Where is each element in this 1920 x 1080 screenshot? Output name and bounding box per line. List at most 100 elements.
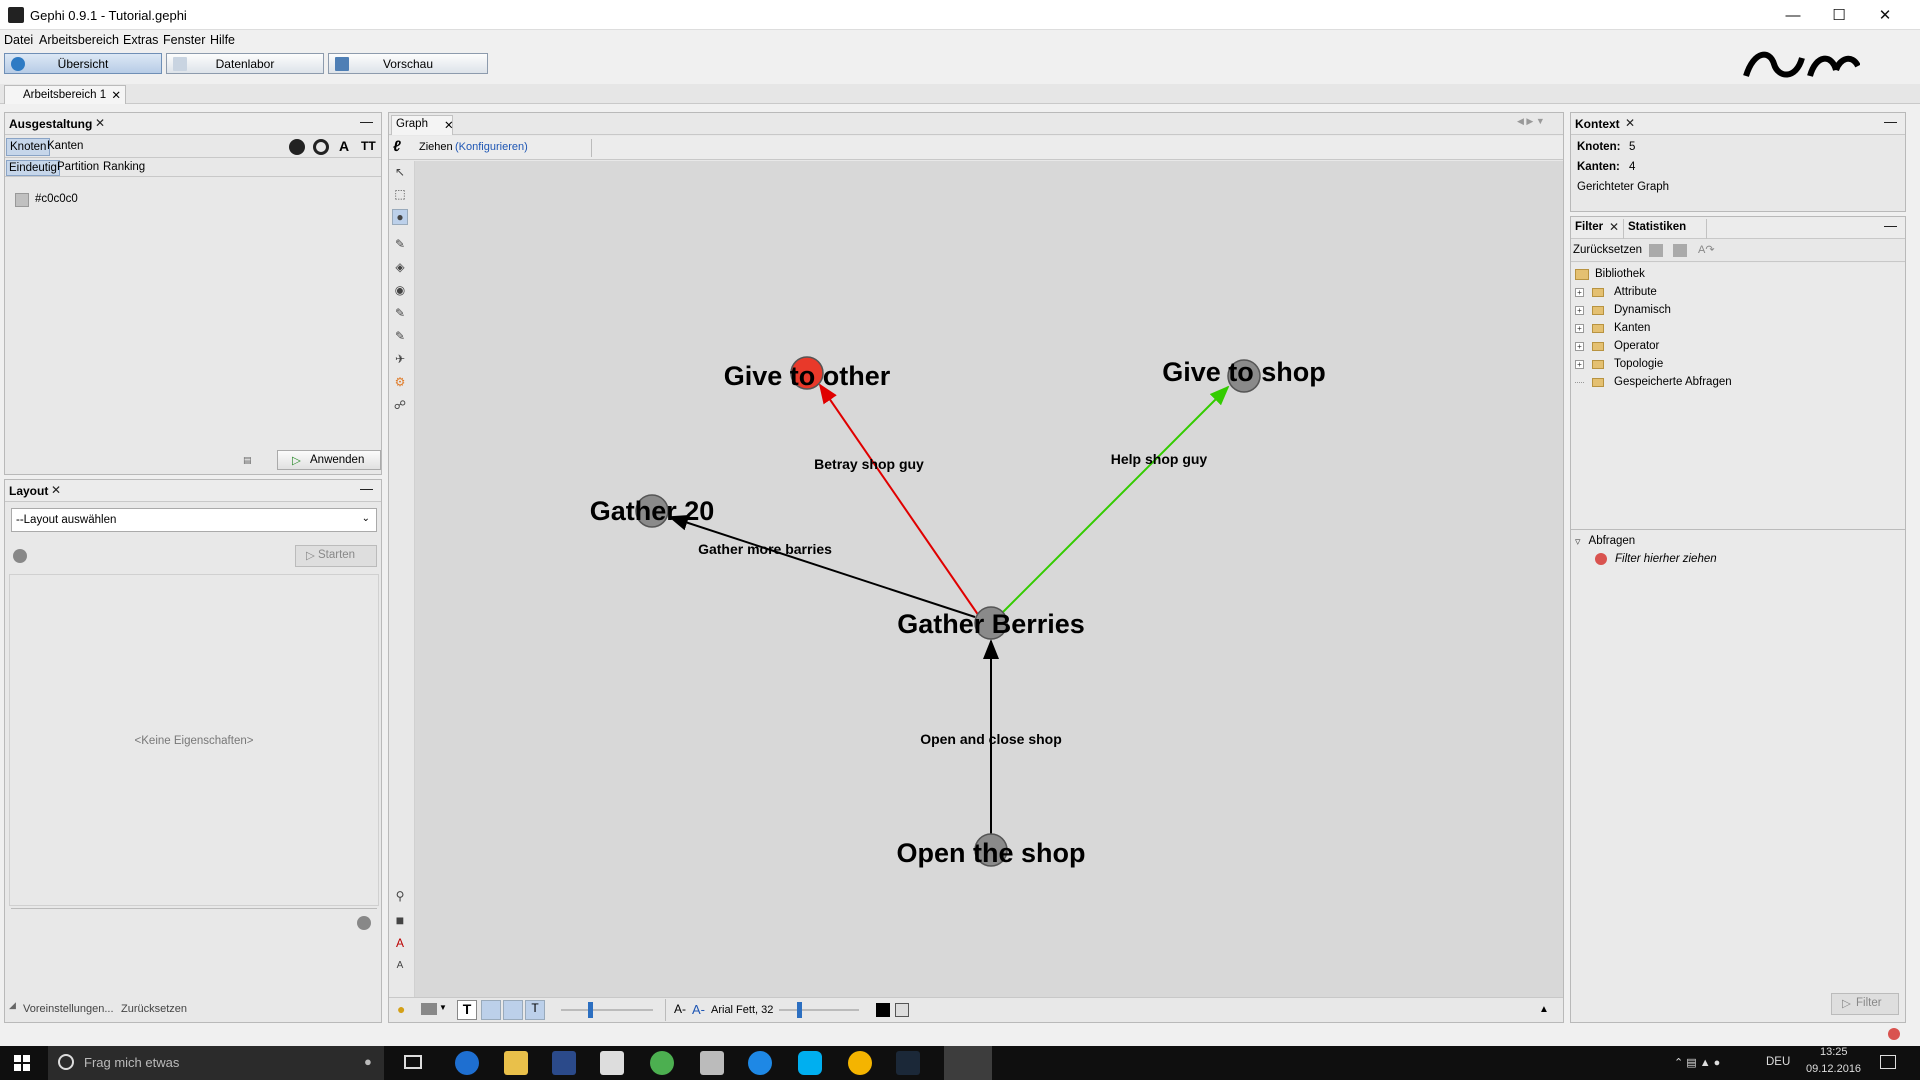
chrome-icon[interactable]: [848, 1051, 872, 1075]
close-icon[interactable]: ✕: [51, 483, 61, 497]
painter-icon[interactable]: ◉: [392, 282, 408, 298]
minimize-button[interactable]: —: [1770, 0, 1816, 30]
tab-edges[interactable]: Kanten: [47, 140, 83, 152]
filter-reset-button[interactable]: Zurücksetzen: [1573, 244, 1642, 256]
edge-betray-shop-guy[interactable]: [818, 383, 982, 620]
tab-nav-icon[interactable]: ◀ ▶ ▼: [1517, 116, 1545, 127]
tab-nodes[interactable]: Knoten: [6, 138, 51, 156]
close-icon[interactable]: ✕: [95, 116, 105, 130]
chrome-icon[interactable]: [650, 1051, 674, 1075]
edge-help-shop-guy[interactable]: [999, 385, 1230, 616]
background-color-icon[interactable]: ■: [392, 912, 408, 928]
drag-hand-icon[interactable]: ●: [392, 209, 408, 225]
preview-mode-button[interactable]: Vorschau: [328, 53, 488, 74]
lock-icon[interactable]: ▲: [1539, 1004, 1549, 1015]
app-icon[interactable]: [552, 1051, 576, 1075]
text-size-icon[interactable]: T: [525, 1000, 545, 1020]
filter-button[interactable]: ▷ Filter: [1831, 993, 1899, 1015]
tree-item-kanten[interactable]: + Kanten: [1575, 319, 1650, 337]
language-indicator[interactable]: DEU: [1766, 1056, 1790, 1068]
close-icon[interactable]: ✕: [1609, 220, 1619, 234]
subtab-unique[interactable]: Eindeutig: [6, 160, 60, 176]
font-slider-thumb[interactable]: [797, 1002, 802, 1018]
datalab-mode-button[interactable]: Datenlabor: [166, 53, 324, 74]
presets-link[interactable]: Voreinstellungen...: [23, 1003, 114, 1015]
size-slider-thumb[interactable]: [588, 1002, 593, 1018]
color-swatch[interactable]: [15, 193, 29, 207]
expand-icon[interactable]: +: [1575, 341, 1584, 351]
font-increase-icon[interactable]: A-: [692, 1002, 705, 1017]
layout-select[interactable]: --Layout auswählen ⌄: [11, 508, 377, 532]
clock-time[interactable]: 13:25: [1820, 1046, 1848, 1058]
export-icon[interactable]: [1673, 244, 1687, 257]
tab-statistics[interactable]: Statistiken: [1623, 219, 1707, 239]
windows-start-icon[interactable]: [14, 1055, 30, 1071]
clock-date[interactable]: 09.12.2016: [1806, 1063, 1861, 1075]
file-explorer-icon[interactable]: [504, 1051, 528, 1075]
save-icon[interactable]: [1649, 244, 1663, 257]
edge-browser-icon[interactable]: [455, 1051, 479, 1075]
expand-icon[interactable]: +: [1575, 359, 1584, 369]
edge-label-icon[interactable]: [503, 1000, 523, 1020]
size-icon[interactable]: [313, 139, 329, 155]
label-color-icon[interactable]: A: [339, 138, 349, 154]
menu-datei[interactable]: Datei: [4, 33, 33, 47]
close-icon[interactable]: ✕: [1625, 116, 1635, 130]
close-icon[interactable]: ✕: [111, 88, 121, 102]
edge-gather-more-barries[interactable]: [668, 515, 976, 618]
tree-item-dynamisch[interactable]: + Dynamisch: [1575, 301, 1671, 319]
tree-item-topologie[interactable]: + Topologie: [1575, 355, 1663, 373]
tree-item-saved-queries[interactable]: Gespeicherte Abfragen: [1575, 373, 1732, 391]
brush-icon[interactable]: ✎: [392, 236, 408, 252]
subtab-ranking[interactable]: Ranking: [103, 161, 145, 173]
skype-icon[interactable]: [798, 1051, 822, 1075]
configure-link[interactable]: (Konfigurieren): [455, 141, 528, 153]
auto-refresh-icon[interactable]: A↷: [1698, 243, 1715, 256]
menu-extras[interactable]: Extras: [123, 33, 158, 47]
zoom-center-icon[interactable]: ⚲: [392, 888, 408, 904]
edit-icon[interactable]: ☍: [392, 397, 408, 413]
store-icon[interactable]: [600, 1051, 624, 1075]
workspace-tab[interactable]: Arbeitsbereich 1 ✕: [4, 85, 126, 104]
minimize-icon[interactable]: —: [360, 481, 373, 496]
close-icon[interactable]: ✕: [444, 118, 454, 132]
apply-button[interactable]: ▷ Anwenden: [277, 450, 381, 470]
menu-hilfe[interactable]: Hilfe: [210, 33, 235, 47]
pencil-icon[interactable]: ✎: [392, 305, 408, 321]
microphone-icon[interactable]: ●: [364, 1054, 372, 1069]
options-icon[interactable]: ▤: [243, 455, 252, 466]
size-brush-icon[interactable]: ◈: [392, 259, 408, 275]
graph-tab[interactable]: Graph ✕: [391, 115, 454, 135]
overview-mode-button[interactable]: Übersicht: [4, 53, 162, 74]
font-decrease-icon[interactable]: A-: [674, 1002, 686, 1016]
graph-canvas[interactable]: Betray shop guy Help shop guy Gather mor…: [415, 161, 1563, 997]
tray-icons[interactable]: ⌃ ▤ ▲ ●: [1674, 1056, 1720, 1069]
edge-pencil-icon[interactable]: ✎: [392, 328, 408, 344]
edge-icon[interactable]: [481, 1000, 501, 1020]
reset-layout-link[interactable]: Zurücksetzen: [121, 1003, 187, 1015]
minimize-icon[interactable]: —: [1884, 114, 1897, 129]
label-color-swatch[interactable]: [876, 1003, 890, 1017]
label-size-icon[interactable]: TT: [361, 139, 376, 153]
library-node[interactable]: Bibliothek: [1575, 265, 1645, 283]
filter-drop-target[interactable]: Filter hierher ziehen: [1595, 550, 1717, 568]
font-size-icon[interactable]: A: [392, 957, 408, 973]
subtab-partition[interactable]: Partition: [57, 161, 99, 173]
search-box[interactable]: Frag mich etwas ●: [48, 1046, 384, 1080]
chevron-down-icon[interactable]: ▼: [439, 1003, 447, 1012]
app-icon[interactable]: [748, 1051, 772, 1075]
tree-item-operator[interactable]: + Operator: [1575, 337, 1659, 355]
expand-icon[interactable]: +: [1575, 305, 1584, 315]
palette-icon[interactable]: [289, 139, 305, 155]
tab-filter[interactable]: Filter: [1575, 221, 1603, 233]
pointer-icon[interactable]: ↖: [392, 164, 408, 180]
screenshot-icon[interactable]: [421, 1003, 437, 1015]
expand-icon[interactable]: +: [1575, 287, 1584, 297]
show-labels-icon[interactable]: T: [457, 1000, 477, 1020]
menu-arbeitsbereich[interactable]: Arbeitsbereich: [39, 33, 119, 47]
gephi-taskbar-icon[interactable]: [944, 1046, 992, 1080]
label-attributes-icon[interactable]: [895, 1003, 909, 1017]
heatmap-icon[interactable]: ⚙: [392, 374, 408, 390]
lightbulb-icon[interactable]: ●: [397, 1001, 405, 1017]
notification-icon[interactable]: [1888, 1028, 1900, 1040]
